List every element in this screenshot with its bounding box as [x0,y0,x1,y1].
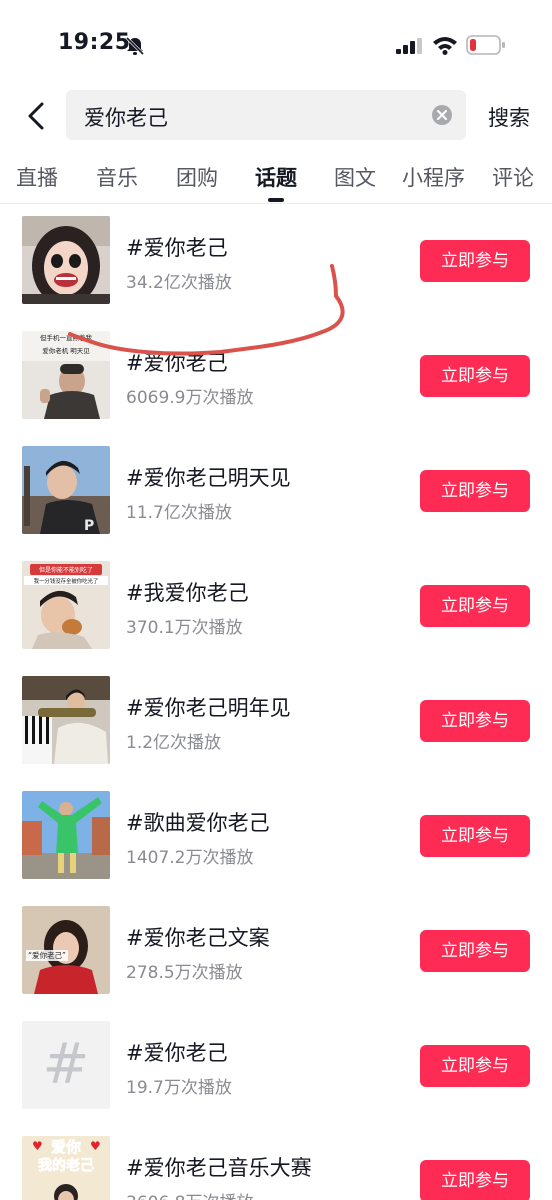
topic-play-count: 370.1万次播放 [126,618,243,638]
join-button[interactable]: 立即参与 [420,930,530,972]
tab-mini-programs[interactable]: 小程序 [402,162,465,192]
battery-low-icon [466,35,505,55]
join-button[interactable]: 立即参与 [420,355,530,397]
topic-row[interactable]: ♥ ♥ 爱你 我的老己 #爱你老己音乐大赛 3606.8万次播放 立即参与 [0,1124,552,1200]
search-button[interactable]: 搜索 [488,102,530,132]
clear-icon[interactable] [432,105,452,125]
topic-row[interactable]: 但手机一直照着我 爱你老机 明天见 #爱你老己 6069.9万次播放 立即参与 [0,319,552,434]
topic-title: #爱你老己明年见 [126,696,291,720]
topic-row[interactable]: #爱你老己明年见 1.2亿次播放 立即参与 [0,664,552,779]
hashtag-icon: # [42,1032,90,1097]
topic-play-count: 6069.9万次播放 [126,388,254,408]
topic-thumbnail: ♥ ♥ 爱你 我的老己 [22,1136,110,1200]
join-button[interactable]: 立即参与 [420,1045,530,1087]
search-row: 爱你老己 搜索 [0,90,552,142]
back-chevron-icon[interactable] [22,98,52,134]
topic-row[interactable]: #爱你老己 34.2亿次播放 立即参与 [0,204,552,319]
active-tab-indicator [268,198,284,202]
bell-mute-icon [125,36,145,56]
svg-text:P: P [84,518,94,534]
thumbnail-caption: 爱你老机 明天见 [42,346,90,355]
thumbnail-caption: 我的老己 [38,1157,94,1174]
join-button[interactable]: 立即参与 [420,1160,530,1200]
topic-title: #爱你老己文案 [126,926,270,950]
topic-thumbnail: “爱你老己” [22,906,110,994]
topic-row[interactable]: P #爱你老己明天见 11.7亿次播放 立即参与 [0,434,552,549]
topic-thumbnail: 但手机一直照着我 爱你老机 明天见 [22,331,110,419]
status-bar: 19:25 [0,0,552,90]
tab-comments[interactable]: 评论 [492,162,534,192]
topic-thumbnail: 但是你能不能别吃了 我一分钱没存全被你吃光了 [22,561,110,649]
hashtag-thumbnail: # [22,1021,110,1109]
thumbnail-caption: “爱你老己” [28,950,66,960]
topic-thumbnail [22,216,110,304]
topic-play-count: 1.2亿次播放 [126,733,222,753]
topic-play-count: 19.7万次播放 [126,1078,232,1098]
join-button[interactable]: 立即参与 [420,240,530,282]
topic-row[interactable]: “爱你老己” #爱你老己文案 278.5万次播放 立即参与 [0,894,552,1009]
join-button[interactable]: 立即参与 [420,585,530,627]
join-button[interactable]: 立即参与 [420,470,530,512]
join-button[interactable]: 立即参与 [420,815,530,857]
tab-music[interactable]: 音乐 [96,162,138,192]
topic-thumbnail [22,676,110,764]
tab-image-text[interactable]: 图文 [334,162,376,192]
join-button[interactable]: 立即参与 [420,700,530,742]
topic-row[interactable]: #歌曲爱你老己 1407.2万次播放 立即参与 [0,779,552,894]
topic-thumbnail: P [22,446,110,534]
topic-thumbnail [22,791,110,879]
topic-title: #爱你老己 [126,1041,228,1065]
tab-live[interactable]: 直播 [16,162,58,192]
category-tabs: 直播 音乐 团购 话题 图文 小程序 评论 [0,158,552,204]
thumbnail-caption: 我一分钱没存全被你吃光了 [34,577,99,585]
thumbnail-caption: 但是你能不能别吃了 [39,566,93,574]
status-time: 19:25 [58,30,131,55]
topic-play-count: 34.2亿次播放 [126,273,232,293]
topic-row[interactable]: 但是你能不能别吃了 我一分钱没存全被你吃光了 #我爱你老己 370.1万次播放 … [0,549,552,664]
topic-play-count: 11.7亿次播放 [126,503,232,523]
wifi-icon [433,37,457,55]
svg-text:♥: ♥ [90,1139,101,1153]
search-input[interactable]: 爱你老己 [66,90,466,140]
topic-play-count: 278.5万次播放 [126,963,243,983]
cellular-signal-icon [396,38,422,54]
thumbnail-caption: 爱你 [51,1138,81,1156]
topic-play-count: 3606.8万次播放 [126,1188,253,1200]
topic-title: #爱你老己音乐大赛 [126,1156,312,1180]
topic-row[interactable]: # #爱你老己 19.7万次播放 立即参与 [0,1009,552,1124]
topic-title: #爱你老己 [126,236,228,260]
topic-title: #爱你老己明天见 [126,466,291,490]
svg-text:♥: ♥ [32,1139,43,1153]
topic-play-count: 1407.2万次播放 [126,848,254,868]
tab-group-buy[interactable]: 团购 [176,162,218,192]
topic-title: #爱你老己 [126,351,228,375]
topic-title: #歌曲爱你老己 [126,811,270,835]
tab-topics[interactable]: 话题 [255,162,297,192]
thumbnail-caption: 但手机一直照着我 [40,333,93,342]
topic-title: #我爱你老己 [126,581,249,605]
search-query[interactable]: 爱你老己 [84,102,168,132]
